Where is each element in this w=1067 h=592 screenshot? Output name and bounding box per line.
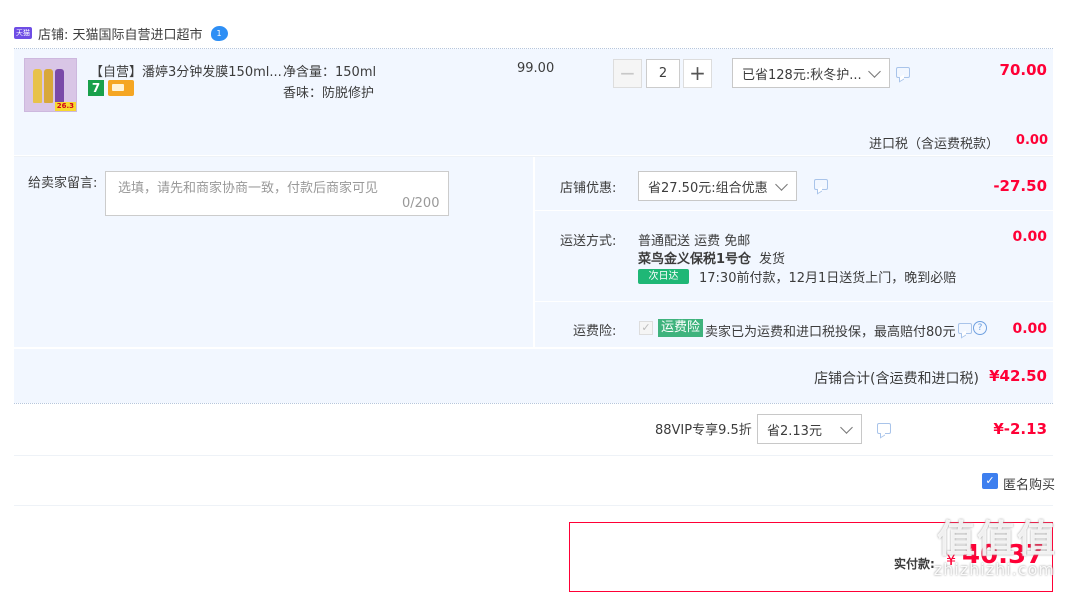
shop-name-link[interactable]: 店铺: 天猫国际自营进口超市 bbox=[38, 24, 203, 43]
divider bbox=[14, 403, 1053, 404]
promo-info-icon[interactable] bbox=[896, 67, 910, 78]
divider bbox=[535, 301, 1053, 302]
wangwang-chat-icon[interactable]: 1 bbox=[210, 25, 228, 41]
product-thumbnail[interactable]: 26.3 bbox=[24, 58, 77, 112]
tmall-logo-icon: 天猫 bbox=[14, 27, 32, 39]
next-day-delivery-badge: 次日达 bbox=[638, 269, 689, 284]
divider bbox=[535, 210, 1053, 211]
divider bbox=[14, 455, 1053, 456]
vip-discount-select-value: 省2.13元 bbox=[767, 423, 822, 439]
shop-discount-label: 店铺优惠: bbox=[560, 181, 617, 196]
product-image-tube bbox=[44, 69, 53, 103]
shipping-method: 普通配送 运费 免邮 bbox=[638, 234, 751, 249]
payment-label: 实付款: bbox=[894, 557, 935, 571]
unit-price: 99.00 bbox=[517, 61, 555, 76]
vip-discount-label: 88VIP专享9.5折 bbox=[655, 423, 752, 438]
quantity-increase-button[interactable]: + bbox=[683, 59, 712, 88]
discount-info-icon[interactable] bbox=[814, 179, 828, 190]
delivery-promise: 17:30前付款，12月1日送货上门，晚到必赔 bbox=[699, 271, 957, 286]
insurance-badge: 运费险 bbox=[658, 319, 704, 337]
product-image-tube bbox=[33, 69, 42, 103]
thumbnail-price-tag: 26.3 bbox=[54, 102, 76, 111]
divider bbox=[14, 505, 1053, 506]
chevron-down-icon bbox=[775, 178, 788, 191]
message-label: 给卖家留言: bbox=[28, 176, 98, 191]
attr-scent: 香味：防脱修护 bbox=[283, 86, 375, 101]
shipping-label: 运送方式: bbox=[560, 234, 617, 249]
shop-discount-amount: -27.50 bbox=[993, 177, 1047, 195]
insurance-amount: 0.00 bbox=[1012, 321, 1047, 337]
anonymous-checkbox[interactable]: ✓ bbox=[982, 473, 998, 489]
insurance-label: 运费险: bbox=[573, 324, 617, 339]
watermark-logo: 值值值 bbox=[936, 517, 1057, 561]
insurance-checkbox[interactable]: ✓ bbox=[639, 321, 653, 335]
shipping-dispatch: 发货 bbox=[759, 252, 786, 267]
shop-discount-select-value: 省27.50元:组合优惠 bbox=[648, 180, 768, 196]
credit-card-icon bbox=[108, 80, 134, 96]
shop-header: 天猫 店铺: 天猫国际自营进口超市 1 bbox=[14, 22, 228, 44]
vip-info-icon[interactable] bbox=[877, 423, 891, 434]
product-title-link[interactable]: 【自营】潘婷3分钟发膜150ml... bbox=[90, 61, 282, 80]
shop-total-label: 店铺合计(含运费和进口税) bbox=[814, 371, 979, 387]
shipping-warehouse: 菜鸟金义保税1号仓 bbox=[638, 252, 752, 267]
item-promo-select-value: 已省128元:秋冬护... bbox=[742, 67, 862, 83]
import-tax-amount: 0.00 bbox=[1015, 133, 1048, 148]
import-tax-label: 进口税（含运费税款） bbox=[868, 137, 999, 152]
shop-discount-select[interactable]: 省27.50元:组合优惠 bbox=[638, 171, 797, 201]
vip-discount-select[interactable]: 省2.13元 bbox=[757, 414, 862, 444]
product-image-tube bbox=[55, 69, 64, 103]
seven-day-return-icon: 7 bbox=[88, 80, 104, 96]
quantity-decrease-button[interactable]: − bbox=[613, 59, 642, 88]
anonymous-label[interactable]: 匿名购买 bbox=[1003, 474, 1055, 493]
item-promo-select[interactable]: 已省128元:秋冬护... bbox=[732, 58, 890, 88]
quantity-input[interactable]: 2 bbox=[646, 59, 680, 88]
insurance-info-icon[interactable] bbox=[958, 323, 972, 334]
chevron-down-icon bbox=[868, 65, 881, 78]
shop-total-amount: ¥42.50 bbox=[989, 367, 1047, 385]
help-icon[interactable]: ? bbox=[973, 321, 987, 335]
chevron-down-icon bbox=[840, 421, 853, 434]
item-subtotal: 70.00 bbox=[999, 61, 1047, 79]
message-char-counter: 0/200 bbox=[402, 196, 440, 211]
attr-net-content: 净含量：150ml bbox=[283, 65, 377, 80]
watermark-site: zhizhizhi.com bbox=[933, 560, 1055, 579]
vip-discount-amount: ¥-2.13 bbox=[993, 420, 1047, 438]
message-placeholder: 选填，请先和商家协商一致，付款后商家可见 bbox=[118, 181, 379, 196]
insurance-description: 卖家已为运费和进口税投保，最高赔付80元 bbox=[705, 325, 956, 340]
shipping-amount: 0.00 bbox=[1012, 229, 1047, 245]
